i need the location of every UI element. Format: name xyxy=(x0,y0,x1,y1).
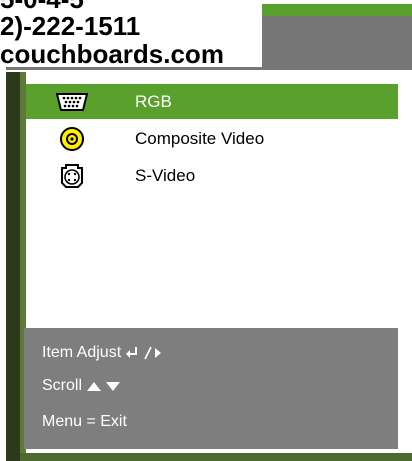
source-item-rgb[interactable]: RGB xyxy=(26,84,398,119)
source-item-label: S-Video xyxy=(135,165,196,185)
source-item-composite-video[interactable]: Composite Video xyxy=(26,121,398,156)
help-panel: Item Adjust Scroll Menu = Exit xyxy=(24,328,398,449)
rca-connector-icon xyxy=(56,126,88,152)
enter-right-icon xyxy=(125,345,163,361)
help-menu-exit: Menu = Exit xyxy=(42,409,127,435)
help-item-adjust: Item Adjust xyxy=(42,340,163,366)
svideo-connector-icon xyxy=(56,163,88,189)
osd-bottom-edge xyxy=(20,453,412,461)
up-down-arrows-icon xyxy=(86,380,122,392)
osd-left-border xyxy=(6,72,20,461)
help-menu-exit-label: Menu = Exit xyxy=(42,413,127,430)
help-scroll-label: Scroll xyxy=(42,377,83,394)
vga-connector-icon xyxy=(56,89,88,115)
source-item-label: RGB xyxy=(135,91,172,111)
source-list: RGB Composite Video S-Video xyxy=(26,84,398,324)
source-item-s-video[interactable]: S-Video xyxy=(26,158,398,193)
watermark-phone: 2)-222-1511 xyxy=(0,11,141,41)
osd-top-accent xyxy=(250,4,412,16)
help-scroll: Scroll xyxy=(42,373,122,399)
contact-watermark: 5-0-4-5 2)-222-1511 couchboards.com xyxy=(0,0,262,67)
watermark-website: couchboards.com xyxy=(0,39,224,69)
help-item-adjust-label: Item Adjust xyxy=(42,344,122,361)
source-item-label: Composite Video xyxy=(135,128,265,148)
